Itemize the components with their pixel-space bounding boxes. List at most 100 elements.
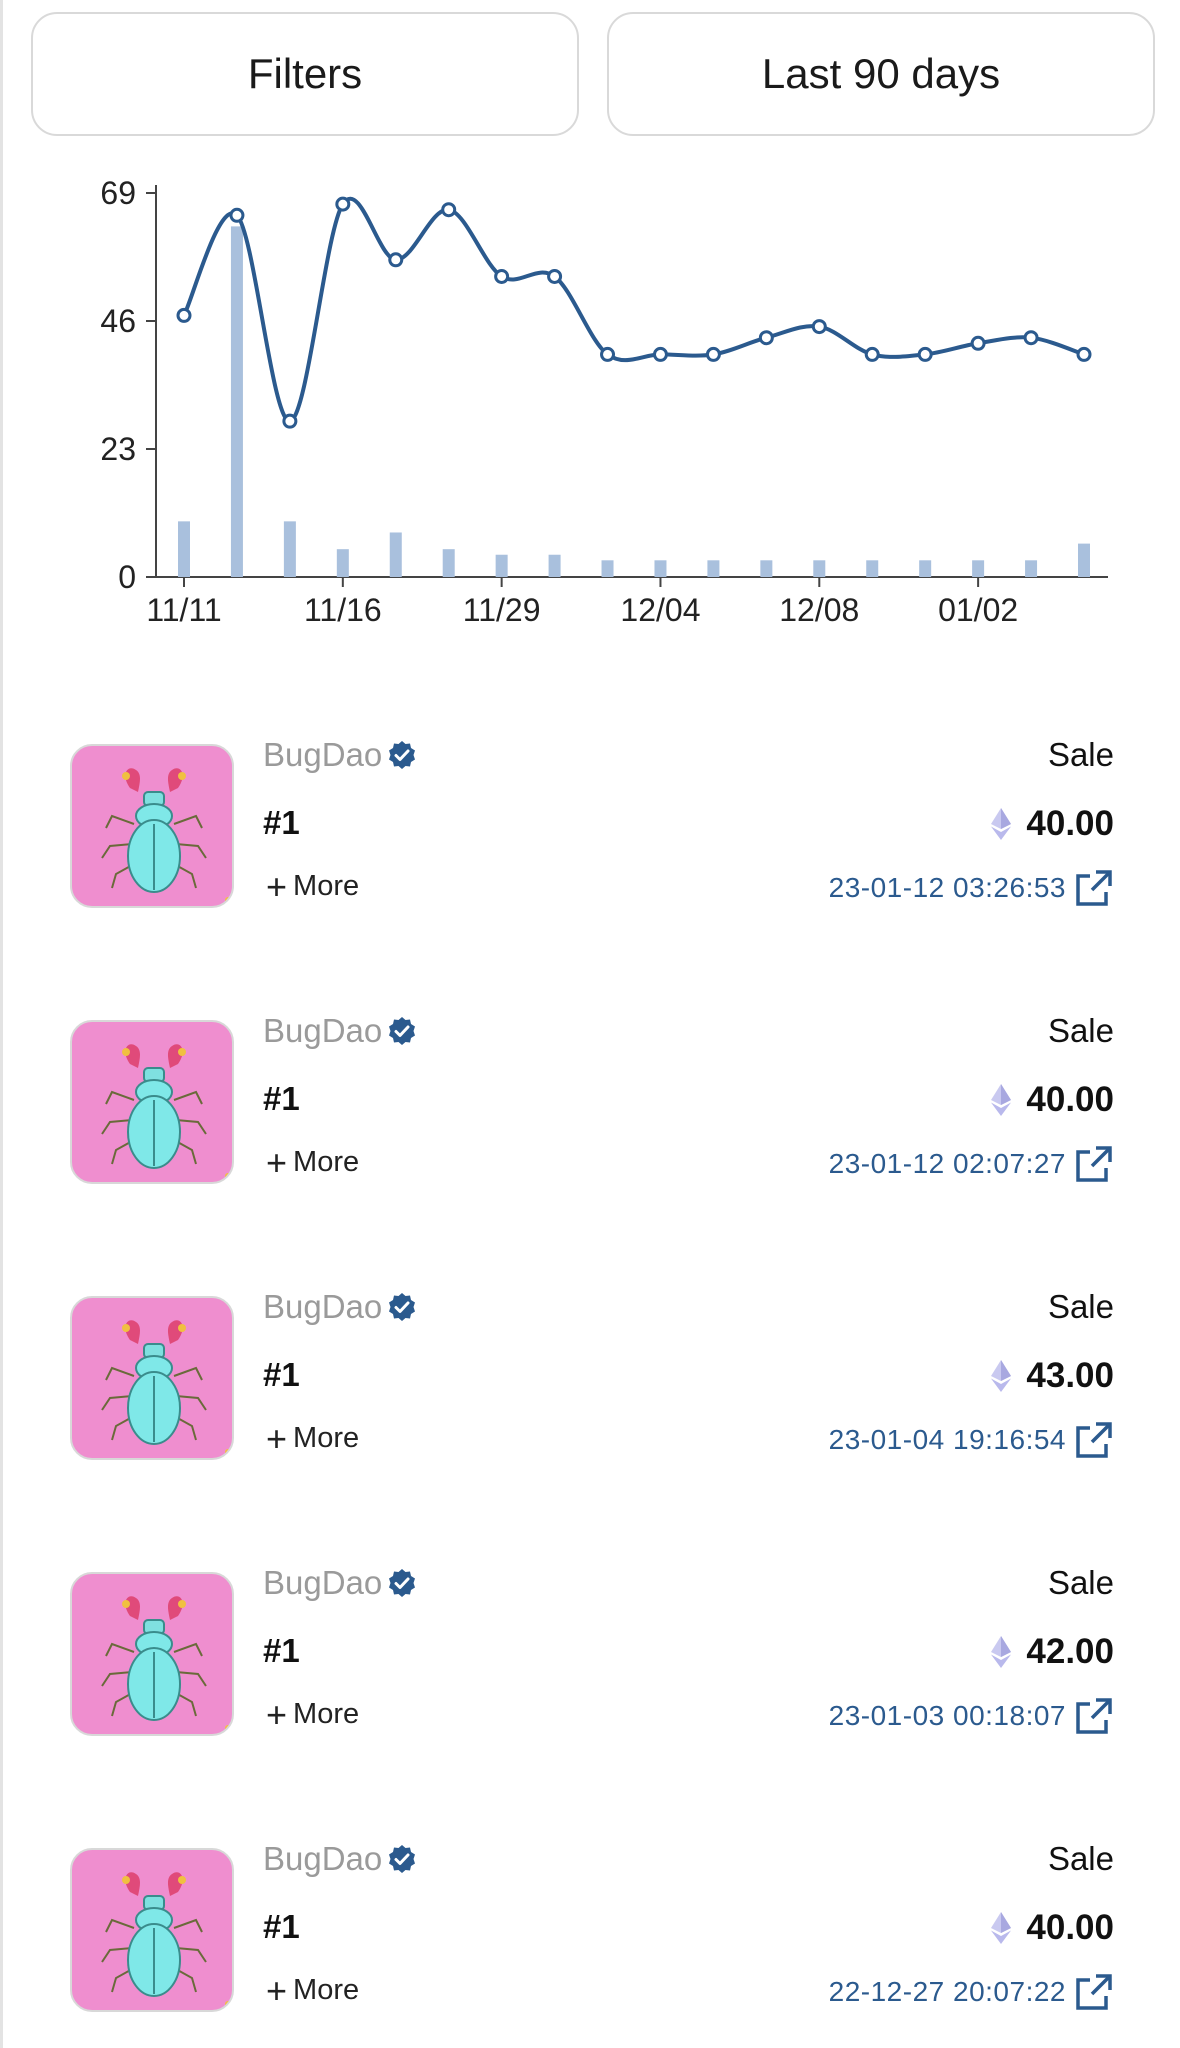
ethereum-icon	[991, 1084, 1012, 1116]
transaction-link[interactable]: 22-12-27 20:07:22	[829, 1972, 1114, 2012]
price-value: 40.00	[1026, 1080, 1114, 1119]
plus-icon: +	[266, 865, 288, 907]
sale-price: 42.00	[990, 1632, 1114, 1672]
x-tick-label: 11/16	[304, 592, 382, 628]
event-type: Sale	[1047, 1564, 1114, 1601]
transaction-link[interactable]: 23-01-03 00:18:07	[829, 1696, 1114, 1736]
collection-name-wrap[interactable]: BugDao	[263, 1012, 418, 1050]
y-tick-label: 46	[100, 303, 136, 339]
price-volume-chart: 0 23 46 69 11/11 11/16 11/29 12/04 12/08 01/02	[100, 175, 1108, 628]
x-tick-label: 11/29	[463, 592, 541, 628]
volume-bar	[654, 560, 667, 577]
plus-icon: +	[266, 1141, 288, 1183]
external-link-icon[interactable]	[1074, 1420, 1114, 1460]
volume-bar	[389, 532, 402, 577]
more-button[interactable]: + More	[266, 865, 359, 907]
price-point	[1076, 346, 1092, 362]
plus-icon: +	[266, 1693, 288, 1735]
price-point	[229, 207, 245, 223]
price-point	[652, 346, 668, 362]
activity-row[interactable]: BugDao #1 + More Sale 40.00 23-01-12 03:…	[0, 736, 1180, 944]
collection-name: BugDao	[263, 1840, 383, 1877]
volume-bar	[336, 549, 349, 577]
activity-row[interactable]: BugDao #1 + More Sale 42.00 23-01-03 00:…	[0, 1564, 1180, 1772]
nft-thumbnail[interactable]	[70, 744, 234, 908]
external-link-icon[interactable]	[1074, 1144, 1114, 1184]
more-label: More	[293, 1698, 360, 1730]
price-point	[1023, 330, 1039, 346]
filters-button[interactable]: Filters	[31, 12, 579, 136]
volume-bar	[283, 521, 296, 577]
verified-badge-icon	[389, 1017, 416, 1045]
volume-bar	[1025, 560, 1038, 577]
transaction-date: 23-01-12 02:07:27	[828, 1148, 1066, 1179]
transaction-link[interactable]: 23-01-04 19:16:54	[829, 1420, 1114, 1460]
price-value: 42.00	[1026, 1632, 1114, 1671]
collection-name: BugDao	[263, 1012, 383, 1049]
volume-bars	[178, 226, 1090, 577]
event-type: Sale	[1047, 736, 1114, 773]
price-value: 40.00	[1026, 1908, 1114, 1947]
price-line-path	[182, 196, 1085, 424]
transaction-date: 22-12-27 20:07:22	[828, 1976, 1066, 2007]
more-button[interactable]: + More	[266, 1969, 360, 2011]
collection-name: BugDao	[263, 1288, 383, 1325]
plus-icon: +	[266, 1969, 288, 2011]
nft-thumbnail[interactable]	[70, 1848, 234, 2012]
external-link-icon[interactable]	[1074, 1972, 1114, 2012]
beetle-artwork	[101, 768, 231, 903]
ethereum-icon	[991, 1912, 1012, 1944]
nft-thumbnail[interactable]	[70, 1020, 234, 1184]
activity-row[interactable]: BugDao #1 + More Sale 40.00 22-12-27 20:…	[0, 1840, 1180, 2048]
price-line	[176, 196, 1092, 429]
activity-row[interactable]: BugDao #1 + More Sale 43.00 23-01-04 19:…	[0, 1288, 1180, 1496]
volume-bar	[707, 560, 720, 577]
volume-bar	[760, 560, 773, 577]
verified-badge-icon	[389, 741, 416, 769]
ethereum-icon	[991, 1636, 1012, 1668]
price-point	[388, 252, 404, 268]
external-link-icon[interactable]	[1074, 868, 1114, 908]
y-tick-label: 0	[118, 559, 136, 595]
verified-badge-icon	[389, 1293, 416, 1321]
volume-bar	[548, 554, 561, 577]
date-range-button[interactable]: Last 90 days	[607, 12, 1155, 136]
activity-row[interactable]: BugDao #1 + More Sale 40.00 23-01-12 02:…	[0, 1012, 1180, 1220]
more-button[interactable]: + More	[266, 1417, 360, 1459]
volume-bar	[919, 560, 932, 577]
volume-bar	[601, 560, 614, 577]
sale-price: 40.00	[990, 1908, 1114, 1948]
transaction-date: 23-01-04 19:16:54	[828, 1424, 1066, 1455]
collection-name-wrap[interactable]: BugDao	[263, 1840, 418, 1878]
x-tick-label: 12/04	[620, 592, 700, 628]
volume-bar	[866, 560, 879, 577]
transaction-date: 23-01-12 03:26:53	[828, 872, 1066, 903]
more-button[interactable]: + More	[266, 1141, 359, 1183]
verified-badge-icon	[389, 1845, 416, 1873]
more-label: More	[293, 1974, 360, 2006]
external-link-icon[interactable]	[1074, 1696, 1114, 1736]
verified-badge-icon	[389, 1569, 416, 1597]
price-point	[335, 196, 351, 212]
transaction-link[interactable]: 23-01-12 03:26:53	[829, 868, 1114, 908]
price-point	[441, 202, 457, 218]
nft-thumbnail[interactable]	[70, 1572, 234, 1736]
more-label: More	[293, 1422, 360, 1454]
price-value: 40.00	[1026, 804, 1114, 843]
collection-name-wrap[interactable]: BugDao	[263, 1564, 418, 1602]
price-point	[970, 335, 986, 351]
transaction-link[interactable]: 23-01-12 02:07:27	[829, 1144, 1114, 1184]
nft-thumbnail[interactable]	[70, 1296, 234, 1460]
collection-name-wrap[interactable]: BugDao	[263, 1288, 418, 1326]
price-point	[705, 346, 721, 362]
beetle-artwork	[101, 1872, 231, 2007]
transaction-date: 23-01-03 00:18:07	[828, 1700, 1066, 1731]
more-button[interactable]: + More	[266, 1693, 360, 1735]
plus-icon: +	[266, 1417, 288, 1459]
price-point	[758, 330, 774, 346]
volume-bar	[230, 226, 243, 577]
price-point	[811, 319, 827, 335]
collection-name-wrap[interactable]: BugDao	[263, 736, 418, 774]
sale-price: 40.00	[990, 804, 1114, 844]
ethereum-icon	[991, 808, 1012, 840]
